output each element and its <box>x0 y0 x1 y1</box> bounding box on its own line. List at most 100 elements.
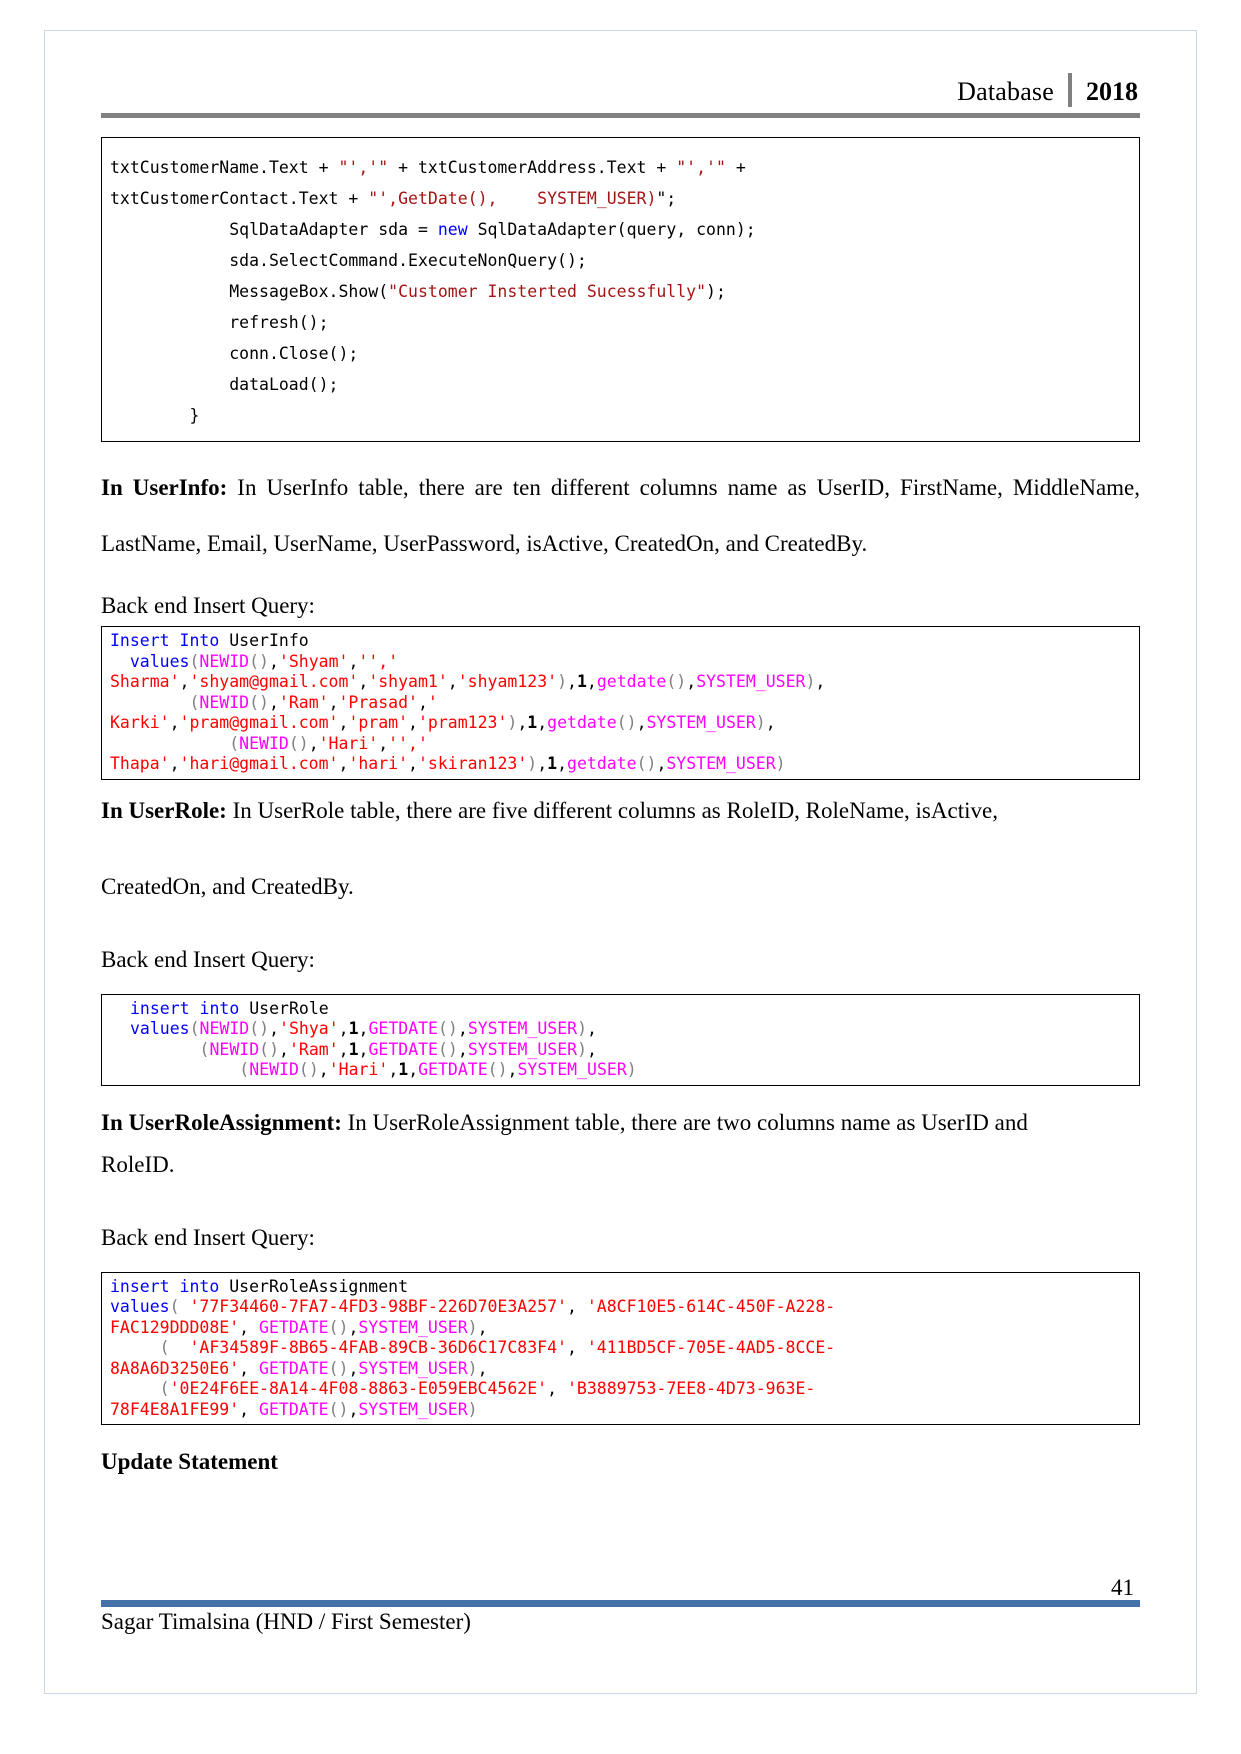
code-token: , <box>457 1039 468 1059</box>
code-token: ( <box>169 1297 190 1316</box>
code-token: () <box>616 713 637 732</box>
code-token: SYSTEM_USER <box>467 1039 578 1059</box>
code-token: , <box>567 672 577 691</box>
code-token: NEWID <box>199 1019 250 1038</box>
code-token: () <box>438 1019 458 1038</box>
code-token: ) <box>507 713 518 732</box>
code-line: Thapa','hari@gmail.com','hari','skiran12… <box>110 754 1133 775</box>
code-token: , <box>338 754 349 773</box>
code-token: '', <box>388 733 418 753</box>
code-token: , <box>318 1060 329 1079</box>
code-token: "; <box>656 189 677 208</box>
userroleassignment-query-label: Back end Insert Query: <box>101 1224 315 1250</box>
userinfo-heading: In UserInfo: <box>101 475 228 500</box>
code-token: ) <box>467 1358 478 1378</box>
code-token: , <box>268 651 279 671</box>
code-token: ) <box>775 754 786 773</box>
code-token: 'skiran123' <box>417 754 528 773</box>
userroleassignment-paragraph-line2: RoleID. <box>101 1151 175 1177</box>
code-token: 'Ram' <box>288 1039 339 1059</box>
code-token: , <box>636 713 647 732</box>
code-token: ) <box>467 1317 478 1337</box>
code-token: , <box>328 692 339 712</box>
code-token: ( <box>110 733 240 753</box>
code-token: , <box>517 713 528 732</box>
code-token: SYSTEM_USER <box>696 672 806 691</box>
code-token: , <box>388 1060 399 1079</box>
code-token: 'hari@gmail.com' <box>179 754 339 773</box>
code-token: NEWID <box>199 692 250 712</box>
code-token: ( <box>130 1060 250 1079</box>
code-token: + <box>725 158 746 177</box>
code-token: , <box>566 1297 587 1316</box>
code-token: "','" <box>338 158 389 177</box>
code-token: , <box>348 651 359 671</box>
code-token: MessageBox.Show( <box>110 282 389 301</box>
code-token: () <box>636 754 657 773</box>
code-token: ( <box>130 1039 210 1059</box>
code-token: + txtCustomerAddress.Text + <box>388 158 677 177</box>
code-token: NEWID <box>209 1039 260 1059</box>
code-token: values <box>110 1297 170 1316</box>
code-token: , <box>348 1358 359 1378</box>
code-token: Karki' <box>110 713 170 732</box>
code-token: , <box>587 1039 597 1059</box>
document-header: Database 2018 <box>101 61 1140 123</box>
code-token: , <box>169 713 180 732</box>
code-token: , <box>477 1358 488 1378</box>
code-line: ( 'AF34589F-8B65-4FAB-89CB-36D6C17C83F4'… <box>110 1338 1133 1359</box>
update-statement-heading: Update Statement <box>101 1449 278 1474</box>
code-token: , <box>169 754 180 773</box>
code-token: 'pram123' <box>417 713 508 732</box>
code-token: , <box>477 1317 488 1337</box>
code-token: UserRoleAssignment <box>219 1276 409 1296</box>
code-line: Karki','pram@gmail.com','pram','pram123'… <box>110 713 1133 734</box>
code-line: txtCustomerName.Text + "','" + txtCustom… <box>110 152 1131 183</box>
code-block-userroleassignment-insert: insert into UserRoleAssignment values( '7… <box>101 1271 1140 1425</box>
code-token: '411BD5CF-705E-4AD5-8CCE- <box>586 1338 836 1357</box>
userrole-query-label: Back end Insert Query: <box>101 946 315 972</box>
code-token: () <box>328 1399 349 1419</box>
code-token: ( <box>189 1019 200 1038</box>
header-title-row: Database 2018 <box>101 61 1140 107</box>
code-token: SYSTEM_USER <box>517 1060 627 1079</box>
code-token: 8A8A6D3250E6' <box>110 1358 240 1378</box>
code-line: } <box>110 400 1131 431</box>
code-token: , <box>656 754 667 773</box>
code-token: 'A8CF10E5-614C-450F-A228- <box>586 1297 836 1316</box>
code-token: 'Hari' <box>328 1060 389 1079</box>
code-token: () <box>288 733 309 753</box>
code-token: , <box>239 1317 260 1337</box>
code-token: GetDate(), SYSTEM_USER) <box>398 189 657 208</box>
page-content-area: Database 2018 txtCustomerName.Text + "',… <box>101 61 1140 1673</box>
document-footer: Sagar Timalsina (HND / First Semester) 4… <box>101 1575 1140 1635</box>
code-token: 1 <box>576 672 587 691</box>
userroleassignment-paragraph-text-1: In UserRoleAssignment table, there are t… <box>341 1109 1028 1135</box>
code-line: ('0E24F6EE-8A14-4F08-8863-E059EBC4562E',… <box>110 1379 1133 1400</box>
code-line: values(NEWID(),'Shyam','',' <box>110 652 1133 673</box>
code-token: '', <box>358 651 389 671</box>
code-token: getdate <box>596 672 667 691</box>
code-token: () <box>249 651 269 671</box>
code-token: () <box>259 1039 280 1059</box>
code-token: 1 <box>547 754 558 773</box>
code-token: , <box>557 754 568 773</box>
code-line: 78F4E8A1FE99', GETDATE(),SYSTEM_USER) <box>110 1400 1133 1421</box>
code-token: , <box>457 1019 468 1038</box>
footer-author: Sagar Timalsina (HND / First Semester) <box>101 1609 471 1634</box>
code-token: GETDATE <box>259 1317 329 1337</box>
code-token: () <box>249 1019 270 1038</box>
code-token: Sharma' <box>110 672 180 691</box>
code-token: , <box>179 672 190 691</box>
code-token: "','" <box>676 158 726 177</box>
code-token: , <box>338 1039 349 1059</box>
code-token: ) <box>527 754 538 773</box>
code-line: (NEWID(),'Ram',1,GETDATE(),SYSTEM_USER), <box>130 1040 1133 1061</box>
code-token: insert into <box>110 1276 220 1296</box>
code-token: ( <box>189 651 200 671</box>
code-token: SYSTEM_USER <box>467 1019 578 1038</box>
footer-row: Sagar Timalsina (HND / First Semester) 4… <box>101 1575 1140 1635</box>
code-token: () <box>328 1317 349 1337</box>
code-token: "', <box>368 189 399 208</box>
